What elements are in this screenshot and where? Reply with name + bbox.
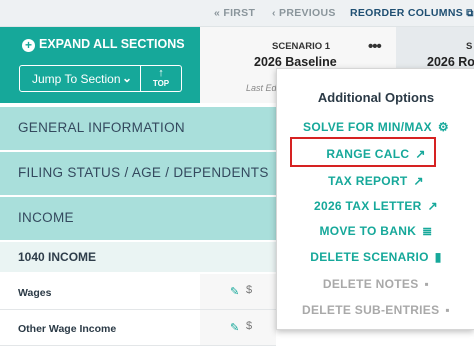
scenario-1-last-edited: Last Edi <box>246 83 279 93</box>
chevron-down-icon: ⌄ <box>121 71 132 85</box>
top-nav-bar: « FIRST ‹ PREVIOUS REORDER COLUMNS ⧉ <box>0 0 474 27</box>
scenario-1-title: SCENARIO 1 <box>272 41 331 52</box>
arrow-up-icon: ↑ <box>158 67 164 79</box>
plus-circle-icon: + <box>22 39 35 52</box>
top-button[interactable]: ↑ TOP <box>141 65 182 92</box>
expand-all-sections-button[interactable]: + EXPAND ALL SECTIONS <box>22 37 185 52</box>
top-label: TOP <box>152 79 170 88</box>
menu-item-delete-scenario[interactable]: DELETE SCENARIO ▮ <box>277 250 474 264</box>
menu-item-label: DELETE SUB-ENTRIES <box>302 303 440 317</box>
trash-icon: ▮ <box>434 250 442 264</box>
menu-item-label: MOVE TO BANK <box>319 224 417 238</box>
edit-icon[interactable]: ✎ <box>230 285 239 298</box>
sidebar-header: + EXPAND ALL SECTIONS Jump To Section ⌄ ↑… <box>0 27 200 103</box>
first-button[interactable]: « FIRST <box>214 7 255 19</box>
note-icon: ▪ <box>424 277 430 291</box>
menu-item-delete-sub-entries[interactable]: DELETE SUB-ENTRIES ▪ <box>277 303 474 317</box>
menu-item-label: DELETE SCENARIO <box>310 250 429 264</box>
jump-to-section-select[interactable]: Jump To Section ⌄ <box>19 65 141 92</box>
gears-icon: ⚙ <box>437 120 449 134</box>
external-link-icon: ↗ <box>413 174 424 188</box>
additional-options-menu: Additional Options SOLVE FOR MIN/MAX ⚙ RA… <box>276 68 474 330</box>
more-options-icon[interactable]: ••• <box>368 38 382 55</box>
menu-item-move-to-bank[interactable]: MOVE TO BANK ≣ <box>277 224 474 238</box>
subsection-1040-income[interactable]: 1040 INCOME <box>0 242 276 272</box>
note-icon: ▪ <box>445 303 450 317</box>
section-filing-status[interactable]: FILING STATUS / AGE / DEPENDENTS <box>0 152 276 197</box>
menu-item-label: DELETE NOTES <box>322 277 419 291</box>
previous-button[interactable]: ‹ PREVIOUS <box>272 7 336 19</box>
list-icon: ≣ <box>422 224 433 238</box>
row-label-other-wage-income: Other Wage Income <box>18 323 117 335</box>
table-row: Other Wage Income ✎ $ <box>0 310 276 346</box>
scenario-2-title: S <box>466 41 473 52</box>
menu-item-label: SOLVE FOR MIN/MAX <box>303 120 432 134</box>
app-root: « FIRST ‹ PREVIOUS REORDER COLUMNS ⧉ + EX… <box>0 0 474 346</box>
expand-all-label: EXPAND ALL SECTIONS <box>39 37 185 51</box>
menu-title: Additional Options <box>317 90 435 105</box>
menu-item-solve-for-min-max[interactable]: SOLVE FOR MIN/MAX ⚙ <box>277 120 474 134</box>
menu-item-delete-notes[interactable]: DELETE NOTES ▪ <box>277 277 474 291</box>
currency-symbol: $ <box>246 320 253 332</box>
highlight-box <box>290 137 436 167</box>
edit-icon[interactable]: ✎ <box>230 321 239 334</box>
currency-symbol: $ <box>246 284 253 296</box>
reorder-columns-button[interactable]: REORDER COLUMNS ⧉ <box>350 7 474 19</box>
scenario-2-name: 2026 Ro <box>427 55 474 69</box>
menu-item-tax-report[interactable]: TAX REPORT ↗ <box>277 174 474 188</box>
row-label-wages: Wages <box>18 287 52 299</box>
section-general-information[interactable]: GENERAL INFORMATION <box>0 107 276 152</box>
columns-icon: ⧉ <box>466 8 474 19</box>
menu-item-tax-letter[interactable]: 2026 TAX LETTER ↗ <box>277 199 474 213</box>
external-link-icon: ↗ <box>427 199 438 213</box>
menu-item-label: TAX REPORT <box>328 174 408 188</box>
section-income[interactable]: INCOME <box>0 197 276 242</box>
table-row: Wages ✎ $ <box>0 274 276 310</box>
menu-item-label: 2026 TAX LETTER <box>314 199 422 213</box>
jump-to-section-label: Jump To Section <box>32 72 121 86</box>
reorder-columns-label: REORDER COLUMNS <box>350 7 464 19</box>
scenario-1-name: 2026 Baseline <box>254 55 337 69</box>
